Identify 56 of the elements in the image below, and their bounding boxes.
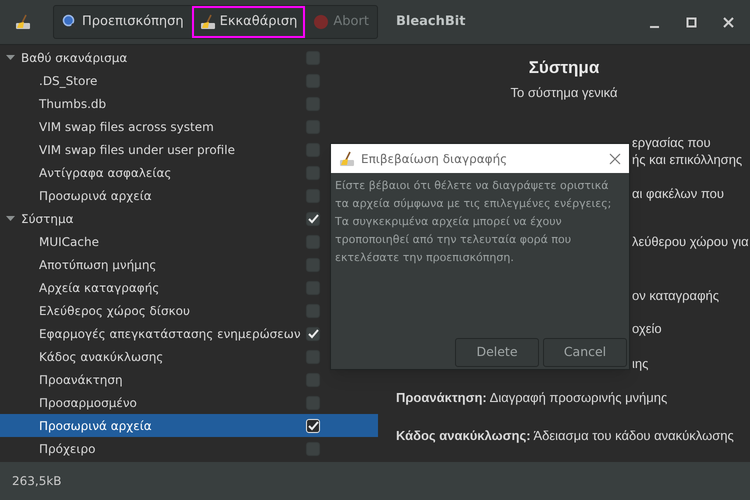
checkbox[interactable] [306,258,320,272]
tree-item-label[interactable]: Αποτύπωση μνήμης [39,256,156,274]
app-icon [339,150,355,166]
tree-item-label[interactable]: Προσωρινά αρχεία [39,416,152,434]
tree-item-label[interactable]: Πρόχειρο [39,440,96,458]
description-text: Κάδος ανακύκλωσης: Άδειασμα του κάδου ανακύκλωσης [396,426,734,445]
dialog-button[interactable]: Cancel [543,338,627,367]
checkbox[interactable] [306,142,320,156]
toolbar-button[interactable]: Εκκαθάριση [192,6,306,38]
status-text: 263,5kB [12,473,62,490]
dialog-message: Είστε βέβαιοι ότι θέλετε να διαγράψετε οριστικά τα αρχεία σύμφωνα με τις επιλεγμένες ενέργειες; Τα συγκεκριμένα αρχεία μπορεί να έχουν τροποποιηθεί από την τελευταία φορά που εκτελέσατε την προεπισκόπηση. [334,178,612,266]
description-text: οχείο [632,320,662,337]
toolbar-button[interactable]: Προεπισκόπηση [54,6,192,38]
window-title: BleachBit [396,13,466,32]
tree-item-label[interactable]: Αρχεία καταγραφής [39,278,160,296]
description-text: ον καταγραφής [632,287,720,304]
section-title: Σύστημα [528,57,600,79]
maximize-icon[interactable] [686,16,697,28]
checkbox[interactable] [306,212,320,226]
tree-item-label[interactable]: Προσωρινά αρχεία [39,186,152,204]
tree-item-label[interactable]: .DS_Store [39,72,98,90]
checkbox[interactable] [306,166,320,180]
description-text: ιης [632,355,648,372]
checkbox[interactable] [306,188,320,202]
tree-item-label[interactable]: MUICache [39,232,99,250]
broom-icon [200,14,216,30]
checkbox[interactable] [306,350,320,364]
checkbox[interactable] [306,280,320,294]
description-text: λεύθερου χώρου για [632,233,749,250]
stop-icon [313,14,330,30]
description-text: ής και επικόλλησης [632,151,742,168]
close-icon[interactable] [723,16,734,28]
checkbox[interactable] [306,234,320,248]
close-icon[interactable] [609,152,621,164]
tree-item-label[interactable]: Εφαρμογές απεγκατάστασης ενημερώσεων [39,324,301,342]
dialog-button[interactable]: Delete [455,338,539,367]
description-text: Προανάκτηση: Διαγραφή προσωρινής μνήμης [396,389,668,407]
description-text: αι φακέλων που [632,185,724,202]
tree-item-label[interactable]: Σύστημα [21,210,74,228]
tree-item-label[interactable]: VIM swap files across system [39,118,214,136]
tree-item-label[interactable]: Προσαρμοσμένο [39,394,137,412]
tree-item-label[interactable]: Προανάκτηση [39,370,123,388]
tree-item-label[interactable]: Thumbs.db [39,94,106,112]
section-subtitle: Το σύστημα γενικά [510,84,618,102]
checkbox[interactable] [306,326,320,340]
dialog-title: Επιβεβαίωση διαγραφής [361,150,508,168]
app-icon [15,14,31,30]
tree-item-label[interactable]: Αντίγραφα ασφαλείας [39,164,172,182]
tree-item-label[interactable]: Βαθύ σκανάρισμα [21,48,128,66]
description-text: εργασίας που [632,134,711,151]
tree-item-label[interactable]: VIM swap files under user profile [39,140,235,158]
selected-row[interactable]: Προσωρινά αρχεία [0,414,378,437]
tree-item-label[interactable]: Κάδος ανακύκλωσης [39,348,164,366]
checkbox[interactable] [306,372,320,386]
checkbox[interactable] [306,304,320,318]
tree-item-label[interactable]: Ελεύθερος χώρος δίσκου [39,302,190,320]
